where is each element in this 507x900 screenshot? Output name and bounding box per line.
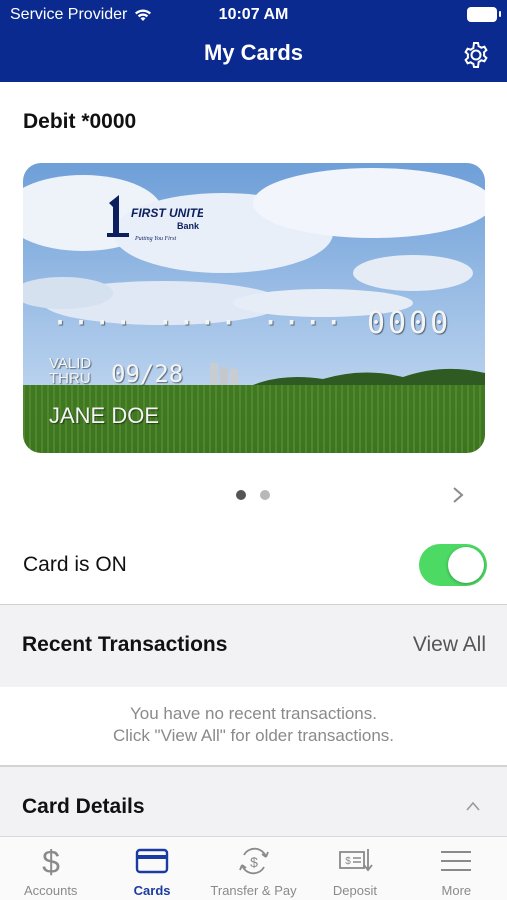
page-title: My Cards <box>203 40 304 65</box>
tab-label: More <box>441 883 472 898</box>
tab-transfer-pay[interactable]: $ Transfer & Pay <box>203 837 304 900</box>
svg-text:$: $ <box>345 856 351 867</box>
tab-label: Accounts <box>23 883 78 898</box>
valid-thru-label: VALID THRU <box>49 356 91 386</box>
bank-logo-text: FIRST UNITED <box>131 206 203 220</box>
empty-transactions-message: You have no recent transactions. Click "… <box>0 703 507 747</box>
tab-more[interactable]: More <box>406 837 507 900</box>
bank-tagline: Putting You First <box>134 236 176 242</box>
tab-accounts[interactable]: $ Accounts <box>0 837 101 900</box>
clock: 10:07 AM <box>218 6 289 23</box>
svg-text:$: $ <box>250 854 258 870</box>
tab-deposit[interactable]: $ Deposit <box>304 837 405 900</box>
navigation-bar: Service Provider 10:07 AM My Cards <box>0 0 507 82</box>
view-all-link[interactable]: View All <box>413 633 486 657</box>
card-number: ···· ···· ···· 0000 <box>51 306 451 341</box>
debit-card[interactable]: FIRST UNITED Bank Putting You First ····… <box>23 163 485 453</box>
card-number-last-four: 0000 <box>366 306 452 341</box>
tab-cards[interactable]: Cards <box>101 837 202 900</box>
battery-icon <box>467 7 501 22</box>
check-deposit-icon: $ <box>339 849 373 872</box>
card-page-indicator[interactable] <box>236 490 270 500</box>
card-expiry: 09/28 <box>111 360 184 388</box>
empty-message-line2: Click "View All" for older transactions. <box>112 726 395 745</box>
page-dot-1[interactable] <box>236 490 246 500</box>
status-bar: Service Provider 10:07 AM <box>0 0 507 30</box>
valid-label-line1: VALID <box>49 355 92 372</box>
dollar-icon: $ <box>42 844 60 879</box>
chevron-right-icon[interactable] <box>451 485 465 505</box>
page-dot-2[interactable] <box>260 490 270 500</box>
svg-text:$: $ <box>42 844 60 879</box>
tab-bar: $ Accounts Cards $ Transfer & Pay $ Depo… <box>0 836 507 900</box>
menu-icon <box>441 851 472 871</box>
empty-message-line1: You have no recent transactions. <box>130 704 377 723</box>
card-status-label: Card is ON <box>23 553 127 576</box>
account-label: Debit *0000 <box>23 110 137 133</box>
card-holder-name: JANE DOE <box>49 403 160 428</box>
tab-label: Transfer & Pay <box>210 883 297 898</box>
transfer-icon: $ <box>238 847 269 875</box>
gear-icon[interactable] <box>461 40 491 70</box>
card-icon <box>135 848 169 874</box>
toggle-knob <box>448 547 484 583</box>
bank-logo: FIRST UNITED Bank Putting You First <box>107 195 203 242</box>
valid-label-line2: THRU <box>49 370 91 387</box>
tab-label: Cards <box>133 883 171 898</box>
card-number-masked: ···· ···· ···· <box>51 306 346 341</box>
chevron-up-icon[interactable] <box>465 800 481 812</box>
recent-transactions-title: Recent Transactions <box>22 633 228 656</box>
svg-text:Bank: Bank <box>177 221 200 231</box>
tab-label: Deposit <box>332 883 377 898</box>
card-on-toggle[interactable] <box>419 544 487 586</box>
card-details-title[interactable]: Card Details <box>22 795 145 819</box>
